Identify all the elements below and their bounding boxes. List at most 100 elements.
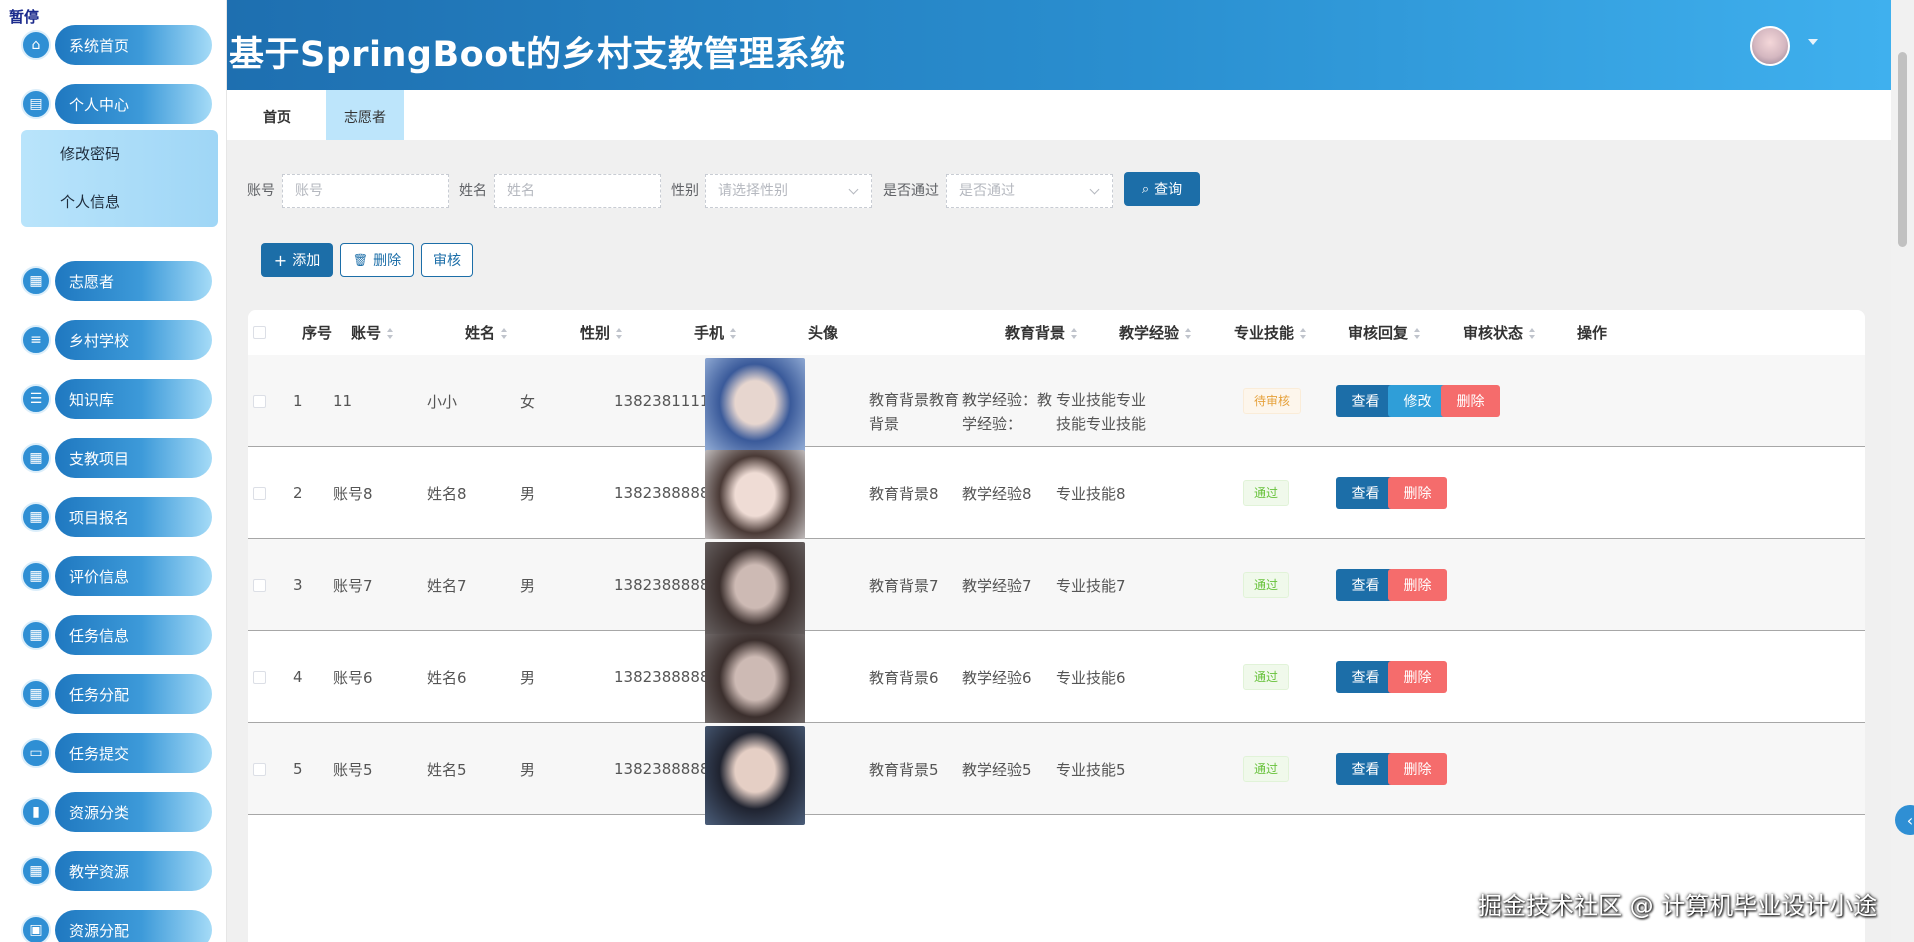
sidebar-item-task-submit[interactable]: ▭ 任务提交 [21,733,212,773]
scrollbar[interactable] [1891,0,1914,942]
sidebar-item-resource-category[interactable]: ▮ 资源分类 [21,792,212,832]
view-button[interactable]: 查看 [1336,661,1395,693]
sidebar-item-volunteers[interactable]: ▦ 志愿者 [21,261,212,301]
sidebar-item-projects[interactable]: ▦ 支教项目 [21,438,212,478]
grid-icon: ▦ [21,266,51,296]
view-button[interactable]: 查看 [1336,753,1395,785]
col-header-experience[interactable]: 教学经验 [1119,310,1192,355]
cell-experience: 教学经验8 [962,447,1032,539]
col-header-phone[interactable]: 手机 [694,310,737,355]
account-input[interactable]: 账号 [282,174,449,208]
sidebar-item-home[interactable]: ⌂ 系统首页 [21,25,212,65]
row-checkbox[interactable] [253,487,266,500]
row-checkbox[interactable] [253,579,266,592]
sort-icon[interactable] [1529,327,1536,340]
col-header-audit-reply[interactable]: 审核回复 [1348,310,1421,355]
delete-button[interactable]: 删除 [1388,661,1447,693]
sidebar-item-resource-assign[interactable]: ▣ 资源分配 [21,910,212,942]
query-button[interactable]: ⌕ 查询 [1124,172,1200,206]
sidebar-item-label: 任务分配 [55,674,212,714]
cell-account: 账号6 [333,668,373,687]
row-checkbox[interactable] [253,671,266,684]
sidebar-item-rural-schools[interactable]: ≡ 乡村学校 [21,320,212,360]
col-header-education[interactable]: 教育背景 [1005,310,1078,355]
row-checkbox[interactable] [253,395,266,408]
sort-icon[interactable] [1300,327,1307,340]
view-button[interactable]: 查看 [1336,477,1395,509]
sort-icon[interactable] [730,327,737,340]
sidebar-item-tasks[interactable]: ▦ 任务信息 [21,615,212,655]
list-icon: ☰ [21,384,51,414]
query-button-label: 查询 [1154,182,1183,198]
table-row: 1 11 小小 女 13823811111 教育背景教育背景 教学经验：教学经验… [248,355,1865,457]
sidebar-item-label: 资源分类 [55,792,212,832]
view-button[interactable]: 查看 [1336,385,1395,417]
view-button[interactable]: 查看 [1336,569,1395,601]
sidebar-item-label: 支教项目 [55,438,212,478]
col-header-account[interactable]: 账号 [351,310,394,355]
edit-button[interactable]: 修改 [1388,385,1447,417]
col-header-gender[interactable]: 性别 [580,310,623,355]
education-text: 教育背景6 [869,668,939,687]
cell-experience: 教学经验7 [962,539,1032,631]
scrollbar-thumb[interactable] [1898,52,1907,247]
delete-button[interactable]: 删除 [1388,753,1447,785]
sidebar-item-label: 志愿者 [55,261,212,301]
sidebar-item-knowledge-base[interactable]: ☰ 知识库 [21,379,212,419]
col-header-name[interactable]: 姓名 [465,310,508,355]
delete-button[interactable]: 删除 [1441,385,1500,417]
account-label: 账号 [247,183,275,199]
gender-select[interactable]: 请选择性别 [705,174,872,208]
row-checkbox[interactable] [253,763,266,776]
monitor-icon: ▭ [21,738,51,768]
col-header-label: 专业技能 [1234,324,1295,342]
avatar[interactable] [1750,26,1790,66]
skills-text: 专业技能专业技能专业技能 [1056,391,1147,433]
audit-button[interactable]: 审核 [421,243,473,277]
plus-icon: + [273,250,288,270]
experience-text: 教学经验5 [962,760,1032,779]
sidebar-item-teaching-resources[interactable]: ▦ 教学资源 [21,851,212,891]
sort-icon[interactable] [1414,327,1421,340]
tab-volunteers[interactable]: 志愿者 [326,90,404,140]
col-header-skills[interactable]: 专业技能 [1234,310,1307,355]
sort-icon[interactable] [387,327,394,340]
submenu-item-change-password[interactable]: 修改密码 [21,130,218,178]
cell-education: 教育背景教育背景 [869,355,965,447]
volunteer-photo[interactable] [705,726,805,825]
volunteer-photo[interactable] [705,358,805,457]
add-button[interactable]: + 添加 [261,243,333,277]
user-card-icon: ▤ [21,89,51,119]
tab-home[interactable]: 首页 [252,90,302,140]
volunteer-photo[interactable] [705,542,805,641]
select-all-checkbox[interactable] [253,326,266,339]
name-input[interactable]: 姓名 [494,174,661,208]
sort-icon[interactable] [1071,327,1078,340]
col-header-actions: 操作 [1577,324,1608,342]
delete-selected-button[interactable]: 🗑 删除 [340,243,414,277]
tab-bar: 首页 志愿者 [227,90,1891,140]
cell-gender: 男 [520,576,536,595]
col-header-label: 教学经验 [1119,324,1180,342]
sidebar-item-project-signup[interactable]: ▦ 项目报名 [21,497,212,537]
col-header-audit-status[interactable]: 审核状态 [1463,310,1536,355]
sort-icon[interactable] [501,327,508,340]
chevron-down-icon[interactable] [1808,39,1818,45]
search-icon: ⌕ [1141,181,1150,197]
cell-phone: 13823811111 [614,392,719,410]
sort-icon[interactable] [616,327,623,340]
sort-icon[interactable] [1185,327,1192,340]
sidebar-item-task-assign[interactable]: ▦ 任务分配 [21,674,212,714]
submenu-item-personal-info[interactable]: 个人信息 [21,178,218,226]
sidebar-item-evaluations[interactable]: ▦ 评价信息 [21,556,212,596]
sidebar-item-label: 教学资源 [55,851,212,891]
delete-button[interactable]: 删除 [1388,569,1447,601]
pass-select[interactable]: 是否通过 [946,174,1113,208]
volunteer-photo[interactable] [705,450,805,549]
delete-button[interactable]: 删除 [1388,477,1447,509]
cell-gender: 男 [520,760,536,779]
status-badge: 通过 [1243,572,1290,598]
volunteer-photo[interactable] [705,634,805,733]
sidebar-item-label: 任务信息 [55,615,212,655]
sidebar-item-profile-center[interactable]: ▤ 个人中心 [21,84,212,124]
